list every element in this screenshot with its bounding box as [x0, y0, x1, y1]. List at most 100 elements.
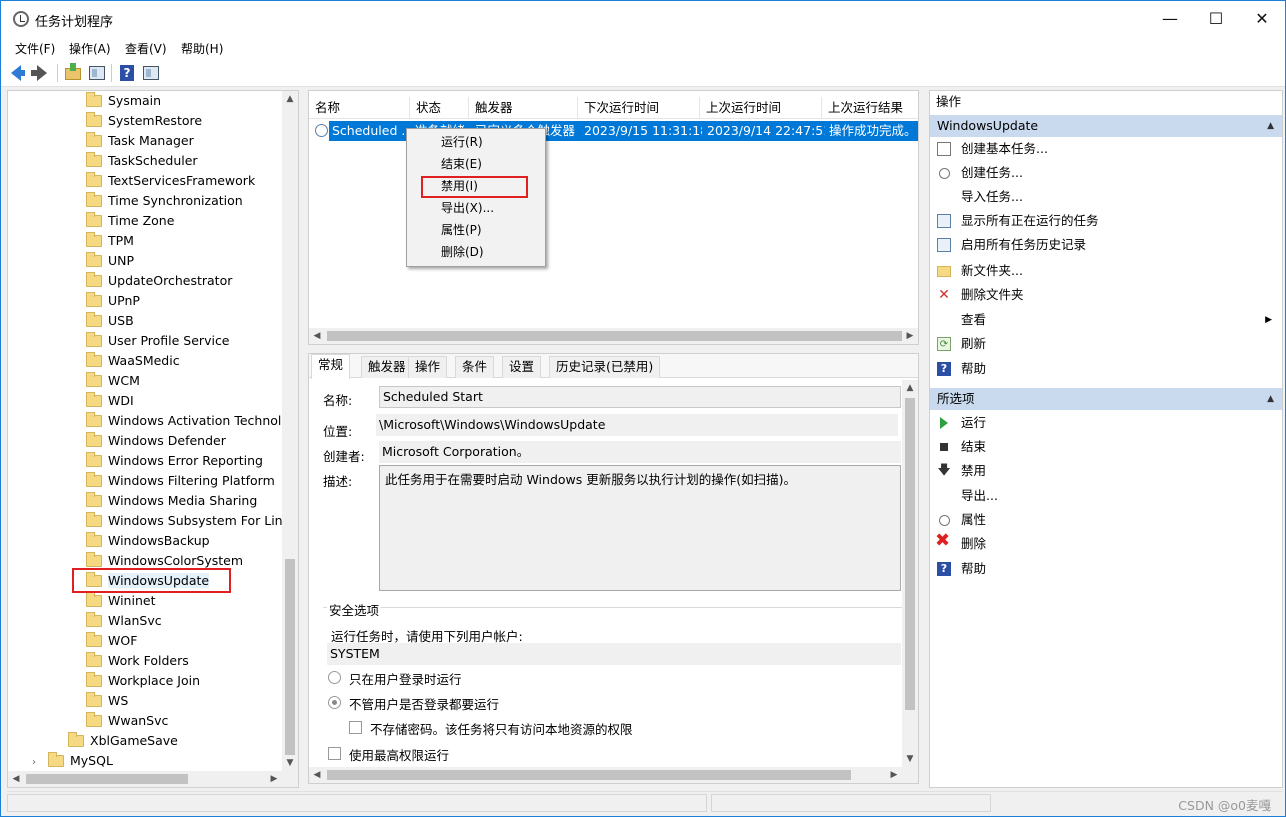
tree-item[interactable]: WindowsBackup [86, 531, 210, 551]
action-help-selected[interactable]: ? 帮助 [930, 558, 1282, 580]
details-vertical-scrollbar[interactable]: ▲ ▼ [902, 380, 918, 767]
tab-general[interactable]: 常规 [311, 354, 351, 379]
action-disable[interactable]: 🡇 禁用 [930, 460, 1282, 482]
task-name-field[interactable]: Scheduled Start [379, 386, 901, 408]
scroll-thumb[interactable] [905, 398, 915, 710]
column-next-run[interactable]: 下次运行时间 [578, 97, 700, 119]
action-enable-history[interactable]: 启用所有任务历史记录 [930, 234, 1282, 256]
show-hide-tree-button[interactable] [87, 63, 107, 83]
tab-actions[interactable]: 操作 [408, 356, 448, 378]
checkbox-highest-privileges[interactable] [328, 747, 341, 760]
action-properties[interactable]: 属性 [930, 509, 1282, 531]
action-export[interactable]: 导出... [930, 485, 1282, 507]
tree-item[interactable]: WS [86, 691, 128, 711]
tree-item[interactable]: Windows Subsystem For Linux [86, 511, 298, 531]
menu-item-export[interactable]: 导出(X)... [441, 197, 494, 219]
tree-item[interactable]: Wininet [86, 591, 155, 611]
tree-item[interactable]: WDI [86, 391, 134, 411]
menu-item-properties[interactable]: 属性(P) [441, 219, 482, 241]
tree-item[interactable]: WindowsUpdate [86, 571, 210, 591]
column-last-result[interactable]: 上次运行结果 [822, 97, 918, 119]
column-status[interactable]: 状态 [410, 97, 469, 119]
tree-item[interactable]: Windows Filtering Platform [86, 471, 275, 491]
menu-view[interactable]: 查看(V) [125, 40, 167, 57]
action-refresh[interactable]: ⟳ 刷新 [930, 333, 1282, 355]
radio-run-whether-logged-on[interactable] [328, 696, 341, 709]
expand-chevron-icon[interactable]: › [32, 753, 44, 773]
show-hide-action-pane-button[interactable] [141, 63, 161, 83]
menu-item-end[interactable]: 结束(E) [441, 153, 482, 175]
radio-run-only-logged-on[interactable] [328, 671, 341, 684]
tree-item[interactable]: WaaSMedic [86, 351, 180, 371]
scroll-thumb[interactable] [327, 770, 851, 780]
column-trigger[interactable]: 触发器 [469, 97, 578, 119]
scroll-left-icon[interactable]: ◀ [309, 328, 325, 344]
menu-item-run[interactable]: 运行(R) [441, 131, 483, 153]
menu-item-disable[interactable]: 禁用(I) [441, 175, 478, 197]
tree-vertical-scrollbar[interactable]: ▲ ▼ [282, 91, 298, 771]
tree-horizontal-scrollbar[interactable]: ◀ ▶ [8, 771, 298, 787]
column-last-run[interactable]: 上次运行时间 [700, 97, 822, 119]
tree-item[interactable]: User Profile Service [86, 331, 230, 351]
scroll-down-icon[interactable]: ▼ [902, 751, 918, 767]
tree-item[interactable]: WindowsColorSystem [86, 551, 243, 571]
menu-item-delete[interactable]: 删除(D) [441, 241, 484, 263]
scroll-thumb[interactable] [26, 774, 188, 784]
maximize-button[interactable]: ☐ [1193, 1, 1239, 37]
tree-item[interactable]: WOF [86, 631, 137, 651]
scroll-down-icon[interactable]: ▼ [282, 755, 298, 771]
action-view[interactable]: 查看 ▶ [930, 309, 1282, 331]
forward-button[interactable] [31, 63, 51, 83]
help-button[interactable]: ? [117, 63, 137, 83]
up-level-button[interactable] [63, 63, 83, 83]
action-show-running-tasks[interactable]: 显示所有正在运行的任务 [930, 210, 1282, 232]
tree-item[interactable]: Task Manager [86, 131, 194, 151]
scroll-thumb[interactable] [327, 331, 902, 341]
menu-help[interactable]: 帮助(H) [181, 40, 223, 57]
tab-settings[interactable]: 设置 [502, 356, 542, 378]
scroll-right-icon[interactable]: ▶ [266, 771, 282, 787]
menu-action[interactable]: 操作(A) [69, 40, 111, 57]
tree-item[interactable]: Work Folders [86, 651, 189, 671]
action-delete[interactable]: ✖ 删除 [930, 532, 1282, 555]
scroll-up-icon[interactable]: ▲ [282, 91, 298, 107]
scroll-right-icon[interactable]: ▶ [886, 767, 902, 783]
tree-item[interactable]: WwanSvc [86, 711, 168, 731]
tree-item[interactable]: Windows Activation Technologies [86, 411, 298, 431]
tab-triggers[interactable]: 触发器 [361, 356, 413, 378]
tree-item-xblgamesave[interactable]: XblGameSave [68, 731, 178, 751]
action-delete-folder[interactable]: ✕ 删除文件夹 [930, 284, 1282, 306]
tree-item[interactable]: TextServicesFramework [86, 171, 255, 191]
collapse-caret-icon[interactable]: ▲ [1267, 388, 1274, 410]
task-description-field[interactable]: 此任务用于在需要时启动 Windows 更新服务以执行计划的操作(如扫描)。 [379, 465, 901, 591]
action-import-task[interactable]: 导入任务... [930, 186, 1282, 208]
collapse-caret-icon[interactable]: ▲ [1267, 115, 1274, 137]
close-button[interactable]: ✕ [1239, 1, 1285, 37]
tree-item[interactable]: Time Synchronization [86, 191, 243, 211]
action-create-task[interactable]: 创建任务... [930, 162, 1282, 184]
scroll-right-icon[interactable]: ▶ [902, 328, 918, 344]
tree-item[interactable]: Sysmain [86, 91, 161, 111]
tab-history[interactable]: 历史记录(已禁用) [549, 356, 661, 378]
tree-item[interactable]: UpdateOrchestrator [86, 271, 232, 291]
tree-item[interactable]: TPM [86, 231, 134, 251]
tree-item[interactable]: Time Zone [86, 211, 174, 231]
tree-item[interactable]: WCM [86, 371, 140, 391]
back-button[interactable] [11, 63, 31, 83]
action-new-folder[interactable]: 新文件夹... [930, 260, 1282, 282]
action-help[interactable]: ? 帮助 [930, 358, 1282, 380]
action-run[interactable]: 运行 [930, 412, 1282, 434]
column-name[interactable]: 名称 [309, 97, 410, 119]
scroll-up-icon[interactable]: ▲ [902, 380, 918, 396]
scroll-thumb[interactable] [285, 559, 295, 755]
details-horizontal-scrollbar[interactable]: ◀ ▶ [309, 767, 918, 783]
tree-item[interactable]: USB [86, 311, 134, 331]
tab-conditions[interactable]: 条件 [455, 356, 495, 378]
tree-item-mysql[interactable]: › MySQL [32, 751, 113, 771]
tree-item[interactable]: Windows Media Sharing [86, 491, 257, 511]
task-list-horizontal-scrollbar[interactable]: ◀ ▶ [309, 328, 918, 344]
tree-item[interactable]: UPnP [86, 291, 140, 311]
tree-item[interactable]: SystemRestore [86, 111, 202, 131]
checkbox-do-not-store-password[interactable] [349, 721, 362, 734]
tree-item[interactable]: WlanSvc [86, 611, 162, 631]
